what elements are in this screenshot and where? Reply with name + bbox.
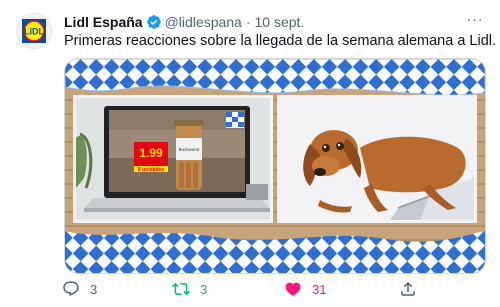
verified-badge-icon (146, 15, 161, 29)
lidl-logo-icon: LiDL (22, 19, 46, 43)
tweet[interactable]: LiDL Lidl España @lidlespana · 10 sept. … (0, 0, 500, 307)
more-options-icon[interactable]: ··· (464, 10, 486, 32)
price-tag: 1.99 (139, 146, 163, 160)
svg-text:LiDL: LiDL (24, 27, 44, 37)
heart-icon (285, 282, 301, 296)
retweet-count: 3 (200, 281, 208, 297)
tweet-header: Lidl España @lidlespana · 10 sept. (64, 12, 304, 32)
price-note: 8 unidades (138, 167, 164, 173)
laptop-product-image: 1.99 8 unidades Bockwurst (73, 95, 273, 223)
reply-button[interactable]: 3 (62, 279, 97, 299)
avatar[interactable]: LiDL (16, 13, 52, 49)
separator-dot: · (245, 14, 251, 30)
share-icon (401, 281, 415, 296)
laptop-scene: 1.99 8 unidades Bockwurst (76, 98, 270, 220)
tweet-actions: 3 3 31 (62, 279, 482, 299)
reply-count: 3 (90, 281, 98, 297)
author-handle[interactable]: @lidlespana (165, 14, 242, 30)
product-label: Bockwurst (179, 147, 201, 152)
tweet-date[interactable]: 10 sept. (255, 14, 305, 30)
dachshund-scene (280, 98, 474, 220)
like-button[interactable]: 31 (284, 279, 326, 299)
like-count: 31 (312, 281, 327, 297)
author-name[interactable]: Lidl España (64, 14, 143, 30)
reply-icon (63, 281, 79, 297)
tweet-media[interactable]: 1.99 8 unidades Bockwurst (64, 58, 486, 274)
share-button[interactable] (399, 279, 417, 299)
retweet-button[interactable]: 3 (172, 279, 207, 299)
retweet-icon (172, 282, 190, 296)
dachshund-photo (277, 95, 477, 223)
tweet-text: Primeras reacciones sobre la llegada de … (64, 33, 497, 49)
